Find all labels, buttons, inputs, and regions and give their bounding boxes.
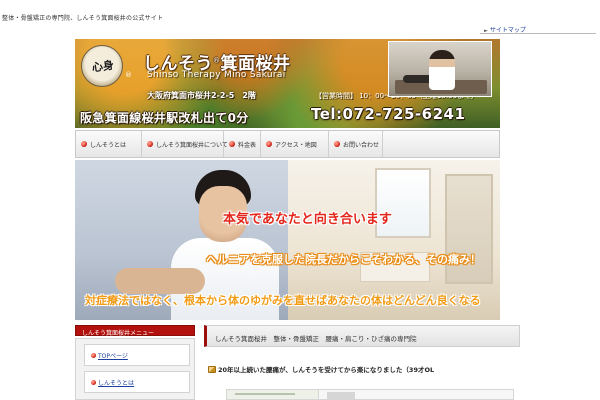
red-bullet-icon	[147, 141, 153, 147]
image-doc	[327, 392, 355, 400]
address: 大阪府箕面市桜井2-2-5 2階	[147, 91, 256, 100]
site-tagline: 整体・骨盤矯正の専門院、しんそう箕面桜井の公式サイト	[2, 15, 164, 22]
top-bar: 整体・骨盤矯正の専門院、しんそう箕面桜井の公式サイト ► サイトマップ	[0, 0, 600, 36]
red-bullet-icon	[229, 141, 235, 147]
red-bullet-icon	[266, 141, 272, 147]
nav-item-about-shinso[interactable]: しんそうとは	[76, 131, 142, 157]
sidebar-item-about[interactable]: しんそうとは	[84, 371, 190, 393]
nav-item-label: アクセス・地図	[275, 142, 317, 149]
nav-item-about-clinic[interactable]: しんそう箕面桜井について	[142, 131, 228, 157]
nav-item-label: 料金表	[238, 142, 257, 149]
logo-mark: 心身	[91, 58, 115, 75]
post-image-2	[318, 389, 514, 400]
phone-number[interactable]: Tel:072-725-6241	[311, 105, 465, 123]
sidebar-menu-title: しんそう箕面桜井メニュー	[82, 330, 155, 337]
document-icon	[208, 366, 216, 373]
page-title: しんそう箕面桜井 整体・骨盤矯正 腰痛・肩こり・ひざ痛の専門院	[204, 325, 520, 347]
nav-item-label: お問い合わせ	[343, 142, 380, 149]
post-image	[226, 389, 320, 400]
room-door	[445, 174, 493, 284]
treatment-photo	[388, 41, 492, 97]
title-registered-mark: ®	[213, 56, 221, 65]
topbar-divider	[480, 33, 596, 34]
nav-item-label: しんそうとは	[90, 142, 127, 149]
room-window	[375, 168, 431, 238]
station-info: 阪急箕面線桜井駅改札出て0分	[80, 111, 249, 125]
therapist-figure	[429, 50, 455, 90]
hero-subline: ヘルニアを克服した院長だからこそわかる、その痛み！	[206, 253, 481, 266]
main-nav: しんそうとは しんそう箕面桜井について 料金表 アクセス・地図 お問い合わせ	[75, 130, 500, 158]
sidebar-item-label: しんそうとは	[98, 380, 135, 387]
red-bullet-icon	[91, 380, 96, 385]
image-line	[235, 393, 295, 395]
hero-bottomline: 対症療法ではなく、根本から体のゆがみを直せばあなたの体はどんどん良くなる	[85, 294, 481, 307]
nav-item-access[interactable]: アクセス・地図	[261, 131, 329, 157]
doctor-hands	[115, 268, 205, 294]
sidebar-item-label: TOPページ	[98, 353, 128, 360]
hero-headline: 本気であなたと向き合います	[223, 212, 392, 227]
nav-item-price[interactable]: 料金表	[224, 131, 261, 157]
red-bullet-icon	[81, 141, 87, 147]
post-title-text: 20年以上続いた腰痛が、しんそうを受けてから楽になりました（39才OL	[218, 366, 435, 374]
post-title: 20年以上続いた腰痛が、しんそうを受けてから楽になりました（39才OL	[208, 364, 434, 374]
red-bullet-icon	[91, 353, 96, 358]
sidebar-menu-header: しんそう箕面桜井メニュー	[75, 325, 195, 337]
nav-item-label: しんそう箕面桜井について	[156, 142, 228, 149]
red-bullet-icon	[334, 141, 340, 147]
header-banner[interactable]: 心身 ® しんそう®箕面桜井 Shinso Therapy Mino Sakur…	[75, 39, 500, 128]
page-title-text: しんそう箕面桜井 整体・骨盤矯正 腰痛・肩こり・ひざ痛の専門院	[215, 335, 417, 343]
logo[interactable]: 心身	[81, 45, 123, 87]
site-title-english: Shinso Therapy Mino Sakurai	[147, 70, 286, 80]
registered-mark: ®	[125, 71, 132, 79]
sidebar-menu: TOPページ しんそうとは	[75, 338, 195, 400]
nav-item-contact[interactable]: お問い合わせ	[329, 131, 383, 157]
hero-banner: 本気であなたと向き合います ヘルニアを克服した院長だからこそわかる、その痛み！ …	[75, 160, 500, 320]
sidebar-item-top[interactable]: TOPページ	[84, 344, 190, 366]
